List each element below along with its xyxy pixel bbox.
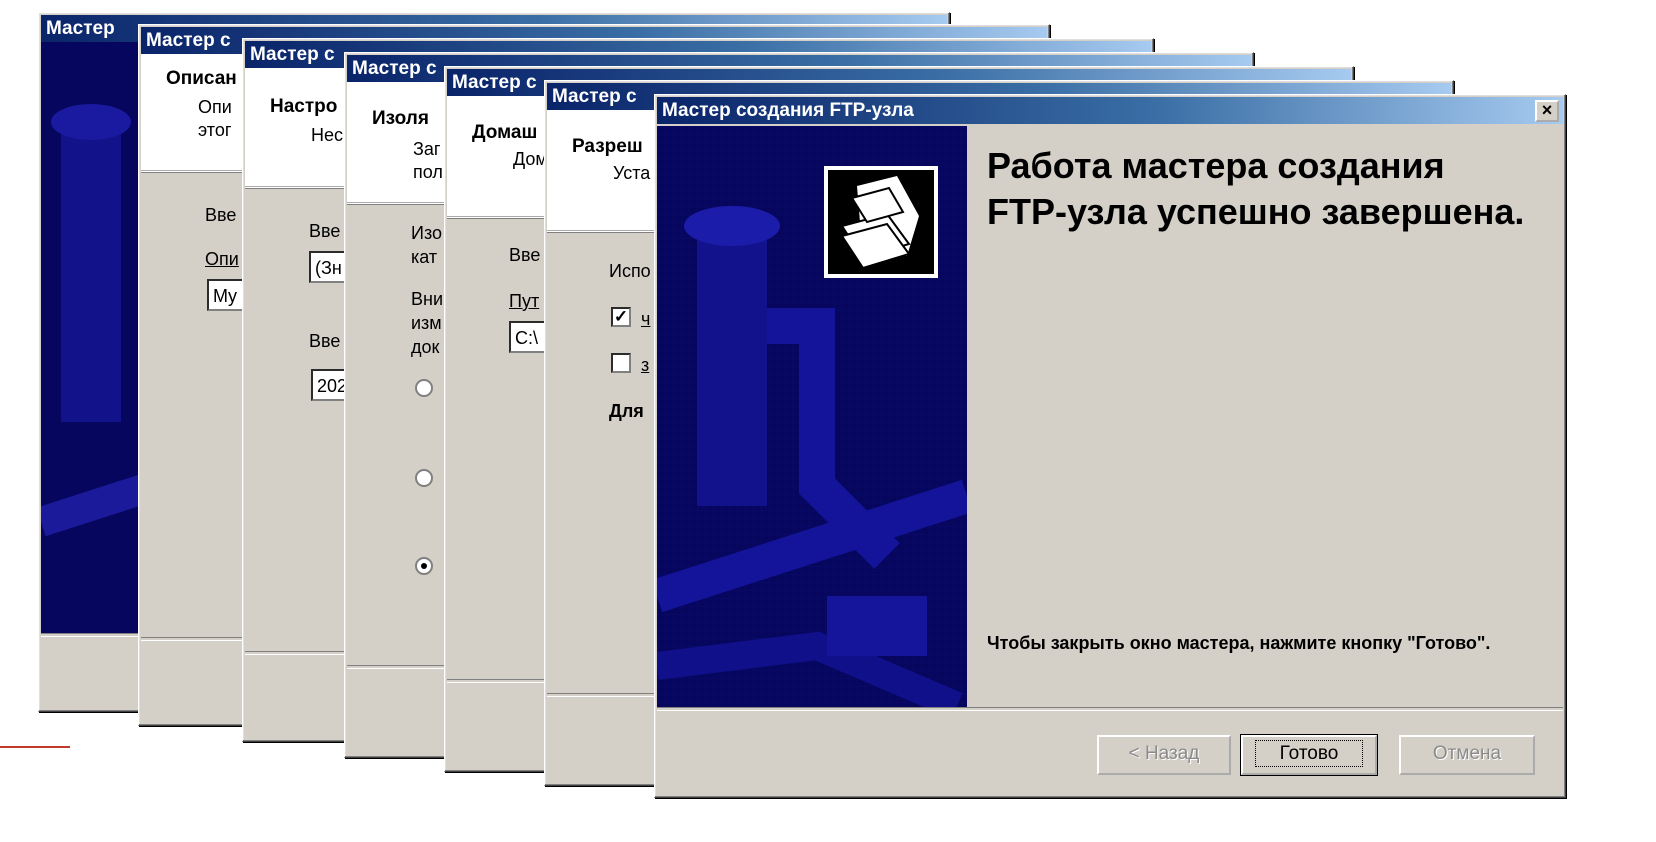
window-title: Мастер с xyxy=(146,30,231,51)
isolation-option-2-radio[interactable] xyxy=(415,469,433,487)
header-title: Разреш xyxy=(572,136,643,157)
ftp-wizard-completion-dialog: Мастер создания FTP-узла × Работа мастер… xyxy=(654,94,1566,798)
window-title: Мастер xyxy=(46,18,115,39)
isolation-option-1-radio[interactable] xyxy=(415,379,433,397)
title-bar[interactable]: Мастер создания FTP-узла xyxy=(657,97,1563,124)
body-text: Изо кат xyxy=(411,223,442,267)
wizard-art-graphic xyxy=(657,126,967,708)
close-button[interactable]: × xyxy=(1535,100,1559,122)
path-label: Пут xyxy=(509,291,540,311)
cancel-button[interactable]: Отмена xyxy=(1399,735,1535,775)
checkbox-label: з xyxy=(641,355,650,375)
window-title: Мастер с xyxy=(452,72,537,93)
header-title: Домаш xyxy=(472,122,538,143)
body-text: Вве xyxy=(509,245,541,265)
body-text: Вве xyxy=(309,221,341,241)
header-subtitle: Дом xyxy=(513,149,548,169)
footer-separator xyxy=(657,707,1563,711)
back-button[interactable]: < Назад xyxy=(1097,735,1231,775)
header-subtitle: Опи этог xyxy=(198,97,232,140)
header-title: Описан xyxy=(166,68,237,89)
wizard-art xyxy=(657,126,967,708)
header-subtitle: Заг пол xyxy=(413,139,443,182)
body-text-2: Вни изм док xyxy=(411,289,444,357)
completion-heading: Работа мастера создания FTP-узла успешно… xyxy=(987,145,1525,232)
header-subtitle: Нес xyxy=(311,125,344,145)
close-icon: × xyxy=(1541,100,1553,120)
write-permission-checkbox[interactable] xyxy=(611,353,631,373)
finish-button[interactable]: Готово xyxy=(1240,734,1378,776)
finish-button-label: Готово xyxy=(1254,740,1364,767)
window-title: Мастер с xyxy=(250,44,335,65)
checkbox-label: ч xyxy=(641,309,651,329)
field-label: Опи xyxy=(205,249,239,269)
body-text-2: Вве xyxy=(309,331,341,351)
window-title: Мастер с xyxy=(352,58,437,79)
cancel-button-label: Отмена xyxy=(1432,743,1502,764)
window-title: Мастер создания FTP-узла xyxy=(662,100,914,121)
header-title: Изоля xyxy=(372,108,429,129)
closing-instruction: Чтобы закрыть окно мастера, нажмите кноп… xyxy=(987,633,1491,653)
body-text: Испо xyxy=(609,261,651,281)
body-text: Вве xyxy=(205,205,237,225)
body-text-2: Для xyxy=(609,401,644,421)
read-permission-checkbox[interactable]: ✓ xyxy=(611,307,631,327)
header-title: Настро xyxy=(270,96,338,117)
header-subtitle: Уста xyxy=(613,163,651,183)
window-title: Мастер с xyxy=(552,86,637,107)
back-button-label: < Назад xyxy=(1128,743,1200,764)
slide-accent-line xyxy=(0,746,70,748)
wizard-folder-icon xyxy=(824,166,938,278)
isolation-option-3-radio[interactable] xyxy=(415,557,433,575)
